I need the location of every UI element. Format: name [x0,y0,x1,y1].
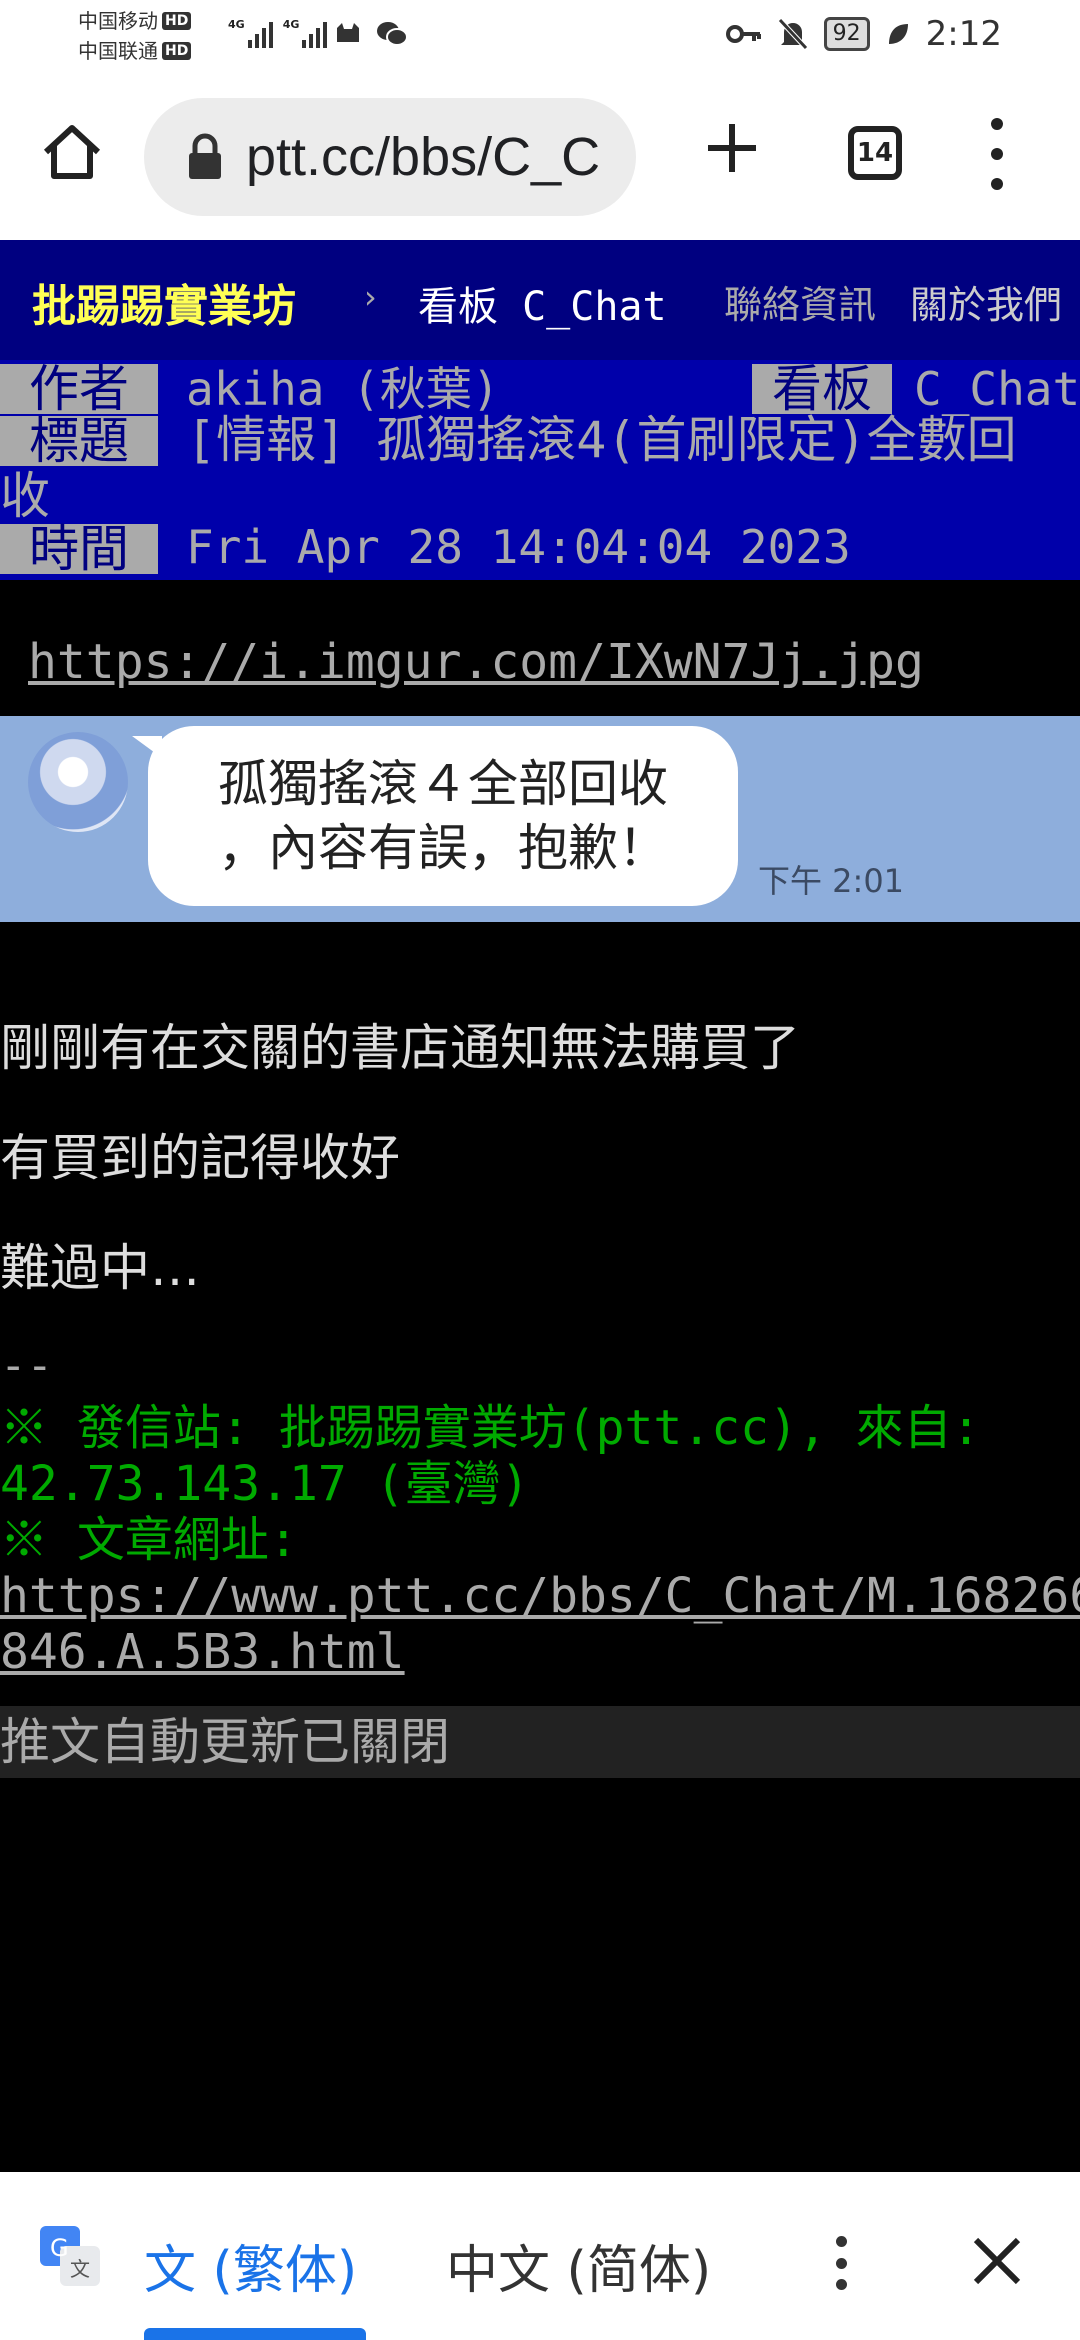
carrier-info: 中国移动 HD 中国联通 HD [78,6,192,66]
url-label: ※ 文章網址: [0,1512,298,1568]
origin-line-1: ※ 發信站: 批踢踢實業坊(ptt.cc), 來自: [0,1400,981,1456]
source-language-tab[interactable]: 文 (繁体) [144,2228,357,2303]
clock: 2:12 [925,14,1002,54]
chat-bubble: 孤獨搖滾４全部回收 ，內容有誤，抱歉！ [132,726,738,906]
breadcrumb-separator: › [364,278,377,316]
signal-icons: 4G 4G [228,18,328,48]
signature-separator: -- [0,1340,53,1391]
title-line-1: [情報] 孤獨搖滾4(首刷限定)全數回 [186,411,1017,469]
bubble-timestamp: 下午 2:01 [758,862,905,900]
url-text[interactable]: ptt.cc/bbs/C_C [246,126,600,188]
carrier-1: 中国移动 [78,9,158,33]
bubble-line-2: ，內容有誤，抱歉！ [218,819,668,877]
ptt-header: 批踢踢實業坊 › 看板 C_Chat 聯絡資訊 關於我們 [0,240,1080,360]
carrier-2: 中国联通 [78,39,158,63]
board-value: C_Chat [914,362,1080,416]
browser-toolbar: ptt.cc/bbs/C_C 14 [0,84,1080,240]
article-url-line-1[interactable]: https://www.ptt.cc/bbs/C_Chat/M.1682661 [0,1568,1080,1624]
cat-icon [337,23,359,42]
lock-icon[interactable] [186,133,224,181]
article-meta: 作者 akiha (秋葉) 看板 C_Chat 標題 [情報] 孤獨搖滾4(首刷… [0,360,1080,580]
more-menu-icon[interactable] [985,118,1009,190]
home-icon[interactable] [38,118,106,186]
leaf-icon [888,24,908,44]
translate-bar: G文 文 (繁体) 中文 (简体) [0,2172,1080,2340]
contact-link[interactable]: 聯絡資訊 [724,274,876,329]
svg-text:文: 文 [70,2257,90,2281]
ptt-logo-link[interactable]: 批踢踢實業坊 [32,270,296,334]
article-url-line-2[interactable]: 846.A.5B3.html [0,1624,405,1680]
close-icon[interactable] [968,2232,1026,2290]
article-title: [情報] 孤獨搖滾4(首刷限定)全數回 收 [0,412,1080,524]
article-line: 剛剛有在交關的書店通知無法購買了 [0,1019,800,1077]
battery-indicator: 92 [823,17,870,51]
article-line: 有買到的記得收好 [0,1129,400,1187]
about-link[interactable]: 關於我們 [910,274,1062,329]
mute-bell-icon [777,18,808,50]
active-tab-indicator [144,2328,366,2340]
svg-text:G: G [50,2234,69,2262]
hd-badge: HD [162,42,192,60]
target-language-tab[interactable]: 中文 (简体) [446,2228,711,2303]
tab-switcher-button[interactable]: 14 [848,126,902,180]
board-link[interactable]: 看板 C_Chat [418,274,667,332]
avatar [28,732,128,832]
article-line: 難過中… [0,1239,200,1297]
author-value: akiha (秋葉) [186,362,500,416]
signal-icon: 4G [228,18,273,48]
time-tag: 時間 [0,524,158,574]
address-bar[interactable]: ptt.cc/bbs/C_C [144,98,636,216]
board-tag: 看板 [752,364,892,414]
bubble-line-1: 孤獨搖滾４全部回收 [218,755,668,813]
title-line-2: 收 [0,467,50,525]
translate-menu-icon[interactable] [831,2236,851,2290]
signal-icon: 4G [283,18,328,48]
new-tab-icon[interactable] [702,118,762,178]
google-translate-icon: G文 [40,2226,100,2286]
push-status-bar: 推文自動更新已關閉 [0,1706,1080,1778]
hd-badge: HD [162,12,192,30]
wechat-icon [377,22,408,46]
key-icon [725,25,761,43]
embedded-image[interactable]: 孤獨搖滾４全部回收 ，內容有誤，抱歉！ 下午 2:01 [0,716,1080,922]
origin-line-2: 42.73.143.17 (臺灣) [0,1456,530,1512]
time-value: Fri Apr 28 14:04:04 2023 [186,520,851,574]
image-link[interactable]: https://i.imgur.com/IXwN7Jj.jpg [28,634,924,690]
author-tag: 作者 [0,364,158,414]
status-bar: 中国移动 HD 中国联通 HD 4G 4G 92 2:12 [0,0,1080,84]
